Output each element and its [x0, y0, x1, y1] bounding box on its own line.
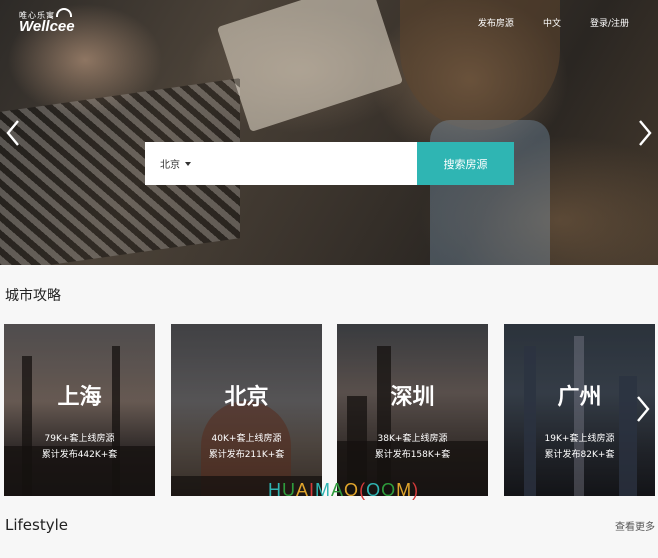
lifestyle-title: Lifestyle — [5, 516, 69, 534]
city-name: 深圳 — [390, 385, 435, 410]
city-published-count: 累计发布158K+套 — [374, 450, 451, 460]
logo-roof-icon — [56, 8, 72, 17]
city-name: 上海 — [57, 385, 102, 410]
watermark-letter: M — [315, 480, 332, 500]
watermark: HUAIMAO(OOM) — [268, 480, 419, 501]
city-published-count: 累计发布442K+套 — [41, 450, 118, 460]
city-select[interactable]: 北京 — [160, 156, 191, 171]
watermark-letter: M — [396, 480, 413, 500]
city-guide-title: 城市攻略 — [5, 288, 61, 304]
city-online-count: 79K+套上线房源 — [44, 434, 115, 444]
chevron-left-icon — [6, 120, 19, 146]
watermark-letter: U — [282, 480, 296, 500]
nav-publish-listing[interactable]: 发布房源 — [478, 16, 514, 29]
city-select-value: 北京 — [160, 160, 180, 171]
watermark-letter: O — [344, 480, 360, 500]
watermark-letter: A — [296, 480, 310, 500]
nav-language[interactable]: 中文 — [543, 16, 561, 29]
city-cards-next-button[interactable] — [632, 394, 652, 424]
watermark-letter: ) — [412, 480, 420, 500]
watermark-letter: H — [268, 480, 282, 500]
hero-banner: 唯心乐寓 Wellcee 发布房源 中文 登录/注册 北京 搜索房源 — [0, 0, 658, 265]
watermark-letter: A — [331, 480, 345, 500]
watermark-letter: O — [381, 480, 397, 500]
caret-down-icon — [185, 161, 191, 166]
watermark-letter: ( — [359, 480, 367, 500]
city-name: 北京 — [224, 385, 269, 410]
search-bar: 北京 搜索房源 — [145, 142, 514, 185]
city-published-count: 累计发布82K+套 — [544, 450, 615, 460]
city-online-count: 19K+套上线房源 — [544, 434, 615, 444]
city-card-beijing[interactable]: 北京 40K+套上线房源 累计发布211K+套 — [171, 324, 322, 496]
city-online-count: 38K+套上线房源 — [377, 434, 448, 444]
nav-links: 发布房源 中文 登录/注册 — [478, 16, 658, 29]
city-card-shenzhen[interactable]: 深圳 38K+套上线房源 累计发布158K+套 — [337, 324, 488, 496]
city-online-count: 40K+套上线房源 — [211, 434, 282, 444]
search-input[interactable] — [199, 148, 417, 179]
city-published-count: 累计发布211K+套 — [208, 450, 285, 460]
carousel-next-button[interactable] — [634, 118, 654, 148]
carousel-prev-button[interactable] — [4, 118, 24, 148]
city-cards: 上海 79K+套上线房源 累计发布442K+套 北京 40K+套上线房源 累计发… — [4, 324, 655, 496]
top-navbar: 唯心乐寓 Wellcee 发布房源 中文 登录/注册 — [0, 0, 658, 44]
see-more-link[interactable]: 查看更多 — [615, 518, 655, 533]
watermark-text: HUAIMAO(OOM) — [268, 480, 419, 501]
brand-logo[interactable]: 唯心乐寓 Wellcee — [19, 8, 75, 35]
search-button[interactable]: 搜索房源 — [417, 142, 514, 185]
chevron-right-icon — [639, 120, 652, 146]
chevron-right-icon — [637, 396, 650, 422]
city-card-shanghai[interactable]: 上海 79K+套上线房源 累计发布442K+套 — [4, 324, 155, 496]
search-field: 北京 — [145, 142, 417, 185]
watermark-letter: O — [366, 480, 382, 500]
logo-wordmark: Wellcee — [19, 18, 75, 35]
nav-login-register[interactable]: 登录/注册 — [590, 16, 629, 29]
